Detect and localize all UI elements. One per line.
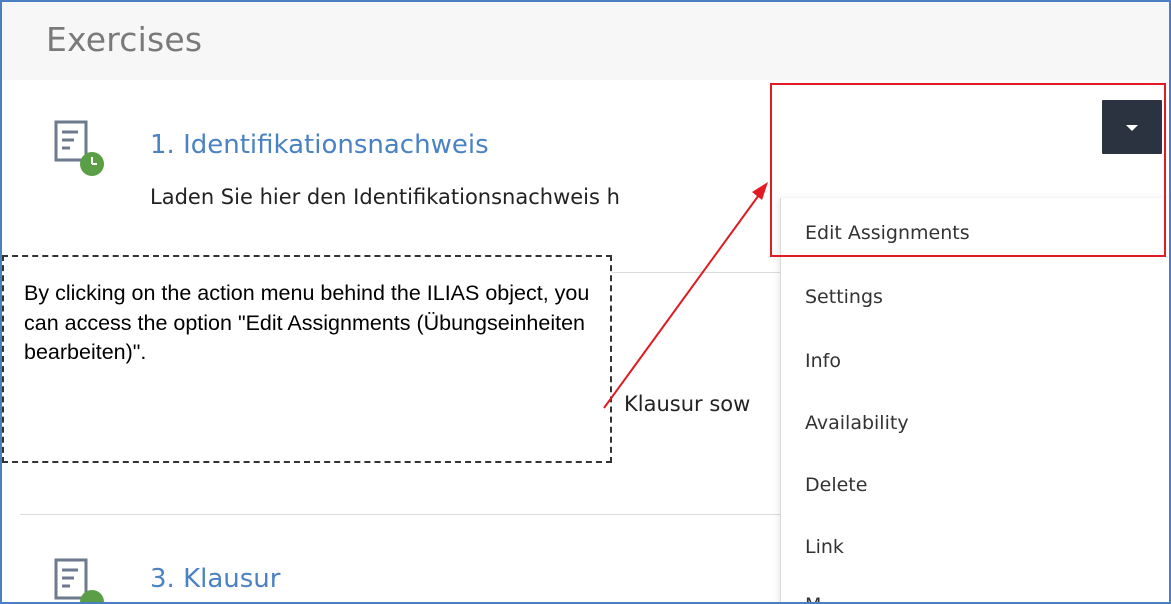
menu-item-settings[interactable]: Settings — [805, 286, 883, 308]
exercise-icon — [54, 558, 104, 602]
menu-item-availability[interactable]: Availability — [805, 412, 909, 434]
item-title-link[interactable]: 3. Klausur — [150, 564, 280, 594]
actions-dropdown-button[interactable] — [1102, 100, 1162, 154]
menu-item-link[interactable]: Link — [805, 536, 844, 558]
menu-item-edit-assignments[interactable]: Edit Assignments — [805, 222, 970, 244]
exercise-icon — [54, 120, 104, 176]
callout-text: By clicking on the action menu behind th… — [24, 281, 590, 364]
menu-item-more[interactable]: M — [805, 594, 821, 602]
caret-down-icon — [1126, 125, 1138, 131]
section-title: Exercises — [46, 20, 203, 59]
item-description: Laden Sie hier den Identifikationsnachwe… — [150, 185, 620, 209]
actions-menu: Edit Assignments Settings Info Availabil… — [780, 198, 1169, 602]
callout-box: By clicking on the action menu behind th… — [2, 255, 612, 463]
item-title-link[interactable]: 1. Identifikationsnachweis — [150, 130, 489, 160]
menu-item-delete[interactable]: Delete — [805, 474, 867, 496]
menu-item-info[interactable]: Info — [805, 350, 841, 372]
item-description: Klausur sow — [624, 392, 751, 416]
item-divider — [20, 514, 780, 515]
